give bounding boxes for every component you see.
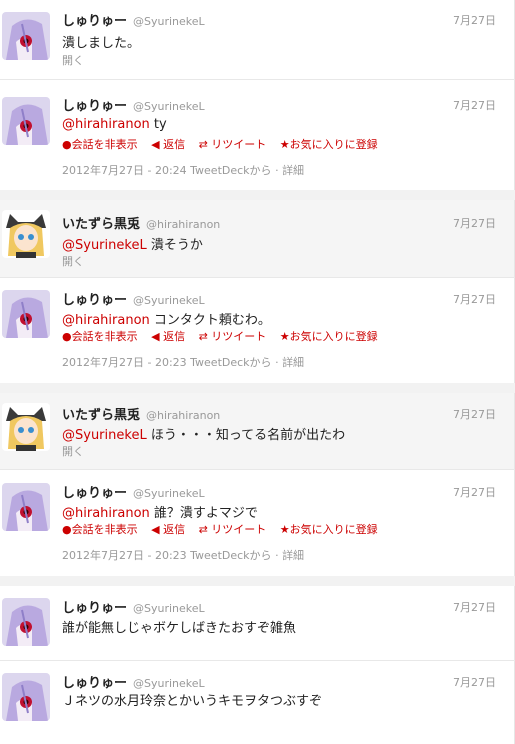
tweet-text: 潰しました。 — [62, 36, 141, 51]
reply-arrow-icon: ◀ — [151, 138, 160, 151]
author-name[interactable]: しゅりゅー @SyurinekeL — [62, 289, 205, 308]
star-icon: ★ — [279, 330, 290, 343]
retweet-button[interactable]: ⇄ リツイート — [199, 138, 267, 151]
avatar[interactable] — [2, 12, 50, 60]
hide-conversation-button[interactable]: ●会話を非表示 — [62, 138, 138, 151]
details-link[interactable]: 詳細 — [282, 549, 304, 562]
tweet-text: @hirahiranon 誰？潰すよマジで — [62, 506, 258, 521]
timestamp-link[interactable]: 2012年7月27日 - 20:23 TweetDeckから — [62, 549, 272, 562]
hide-conversation-button[interactable]: ●会話を非表示 — [62, 523, 138, 536]
avatar[interactable] — [2, 97, 50, 145]
mention-link[interactable]: @SyurinekeL — [62, 238, 147, 253]
retweet-icon: ⇄ — [198, 523, 208, 536]
tweet-actions: ●会話を非表示 ◀ 返信 ⇄ リツイート ★お気に入りに登録 — [62, 136, 388, 152]
expand-link[interactable]: 開く — [62, 253, 84, 269]
author-handle[interactable]: @SyurinekeL — [133, 487, 205, 500]
expand-link[interactable]: 開く — [62, 52, 84, 68]
tweet-text: @SyurinekeL 潰そうか — [62, 238, 203, 253]
author-handle[interactable]: @SyurinekeL — [133, 602, 205, 615]
author-handle[interactable]: @hirahiranon — [146, 409, 220, 422]
author-name[interactable]: しゅりゅー @SyurinekeL — [62, 95, 205, 114]
mention-link[interactable]: @hirahiranon — [62, 506, 150, 521]
author-handle[interactable]: @SyurinekeL — [133, 677, 205, 690]
speech-bubble-icon: ● — [62, 330, 72, 343]
author-name[interactable]: しゅりゅー @SyurinekeL — [62, 672, 205, 691]
tweet-date[interactable]: 7月27日 — [453, 406, 496, 422]
retweet-button[interactable]: ⇄ リツイート — [199, 330, 267, 343]
tweet-actions: ●会話を非表示 ◀ 返信 ⇄ リツイート ★お気に入りに登録 — [62, 521, 388, 537]
author-name[interactable]: いたずら黒兎 @hirahiranon — [62, 404, 220, 423]
tweet-timestamp: 2012年7月27日 - 20:24 TweetDeckから · 詳細 — [62, 164, 305, 177]
tweet[interactable]: しゅりゅー @SyurinekeL 7月27日 誰が能無しじゃボケしばきたおすぞ雑… — [0, 586, 515, 660]
reply-arrow-icon: ◀ — [151, 523, 160, 536]
reply-button[interactable]: ◀ 返信 — [151, 523, 185, 536]
favorite-button[interactable]: ★お気に入りに登録 — [280, 138, 378, 151]
star-icon: ★ — [279, 138, 290, 151]
favorite-button[interactable]: ★お気に入りに登録 — [280, 523, 378, 536]
timestamp-link[interactable]: 2012年7月27日 - 20:23 TweetDeckから — [62, 356, 272, 369]
tweet-text: Ｊネツの水月玲奈とかいうキモヲタつぶすぞ — [62, 694, 323, 709]
tweet-text: 誰が能無しじゃボケしばきたおすぞ雑魚 — [62, 621, 297, 636]
author-name[interactable]: しゅりゅー @SyurinekeL — [62, 10, 205, 29]
tweet-timestamp: 2012年7月27日 - 20:23 TweetDeckから · 詳細 — [62, 549, 305, 562]
retweet-icon: ⇄ — [198, 138, 208, 151]
tweet[interactable]: しゅりゅー @SyurinekeL 7月27日 @hirahiranon 誰？潰す… — [0, 470, 515, 576]
tweet-timestamp: 2012年7月27日 - 20:23 TweetDeckから · 詳細 — [62, 356, 305, 369]
tweet-date[interactable]: 7月27日 — [453, 599, 496, 615]
author-name[interactable]: いたずら黒兎 @hirahiranon — [62, 213, 220, 232]
mention-link[interactable]: @SyurinekeL — [62, 428, 147, 443]
avatar[interactable] — [2, 673, 50, 721]
retweet-icon: ⇄ — [198, 330, 208, 343]
details-link[interactable]: 詳細 — [282, 356, 304, 369]
tweet-text: @hirahiranon コンタクト頼むわ。 — [62, 313, 271, 328]
tweet-text: @hirahiranon ty — [62, 117, 167, 132]
author-handle[interactable]: @SyurinekeL — [133, 15, 205, 28]
reply-button[interactable]: ◀ 返信 — [151, 138, 185, 151]
tweet-date[interactable]: 7月27日 — [453, 484, 496, 500]
expand-link[interactable]: 開く — [62, 443, 84, 459]
tweet-date[interactable]: 7月27日 — [453, 215, 496, 231]
tweet-date[interactable]: 7月27日 — [453, 97, 496, 113]
tweet-actions: ●会話を非表示 ◀ 返信 ⇄ リツイート ★お気に入りに登録 — [62, 328, 388, 344]
avatar[interactable] — [2, 403, 50, 451]
author-name[interactable]: しゅりゅー @SyurinekeL — [62, 482, 205, 501]
tweet-date[interactable]: 7月27日 — [453, 291, 496, 307]
tweet-date[interactable]: 7月27日 — [453, 12, 496, 28]
conversation-gap — [0, 383, 515, 393]
author-name[interactable]: しゅりゅー @SyurinekeL — [62, 597, 205, 616]
favorite-button[interactable]: ★お気に入りに登録 — [280, 330, 378, 343]
tweet[interactable]: しゅりゅー @SyurinekeL 7月27日 潰しました。 開く — [0, 0, 515, 79]
avatar[interactable] — [2, 483, 50, 531]
tweet[interactable]: しゅりゅー @SyurinekeL 7月27日 @hirahiranon ty ●… — [0, 80, 515, 190]
conversation-gap — [0, 576, 515, 586]
author-handle[interactable]: @SyurinekeL — [133, 294, 205, 307]
reply-arrow-icon: ◀ — [151, 330, 160, 343]
author-handle[interactable]: @hirahiranon — [146, 218, 220, 231]
retweet-button[interactable]: ⇄ リツイート — [199, 523, 267, 536]
tweet[interactable]: しゅりゅー @SyurinekeL 7月27日 @hirahiranon コンタク… — [0, 278, 515, 383]
details-link[interactable]: 詳細 — [282, 164, 304, 177]
tweet[interactable]: いたずら黒兎 @hirahiranon 7月27日 @SyurinekeL ほう・… — [0, 393, 515, 469]
conversation-gap — [0, 190, 515, 200]
tweet-text: @SyurinekeL ほう・・・知ってる名前が出たわ — [62, 428, 346, 443]
hide-conversation-button[interactable]: ●会話を非表示 — [62, 330, 138, 343]
author-handle[interactable]: @SyurinekeL — [133, 100, 205, 113]
avatar[interactable] — [2, 598, 50, 646]
avatar[interactable] — [2, 210, 50, 258]
star-icon: ★ — [279, 523, 290, 536]
reply-button[interactable]: ◀ 返信 — [151, 330, 185, 343]
mention-link[interactable]: @hirahiranon — [62, 117, 150, 132]
tweet[interactable]: いたずら黒兎 @hirahiranon 7月27日 @SyurinekeL 潰そう… — [0, 200, 515, 277]
avatar[interactable] — [2, 290, 50, 338]
speech-bubble-icon: ● — [62, 523, 72, 536]
speech-bubble-icon: ● — [62, 138, 72, 151]
timestamp-link[interactable]: 2012年7月27日 - 20:24 TweetDeckから — [62, 164, 272, 177]
tweet[interactable]: しゅりゅー @SyurinekeL 7月27日 Ｊネツの水月玲奈とかいうキモヲタつ… — [0, 661, 515, 744]
mention-link[interactable]: @hirahiranon — [62, 313, 150, 328]
tweet-date[interactable]: 7月27日 — [453, 674, 496, 690]
